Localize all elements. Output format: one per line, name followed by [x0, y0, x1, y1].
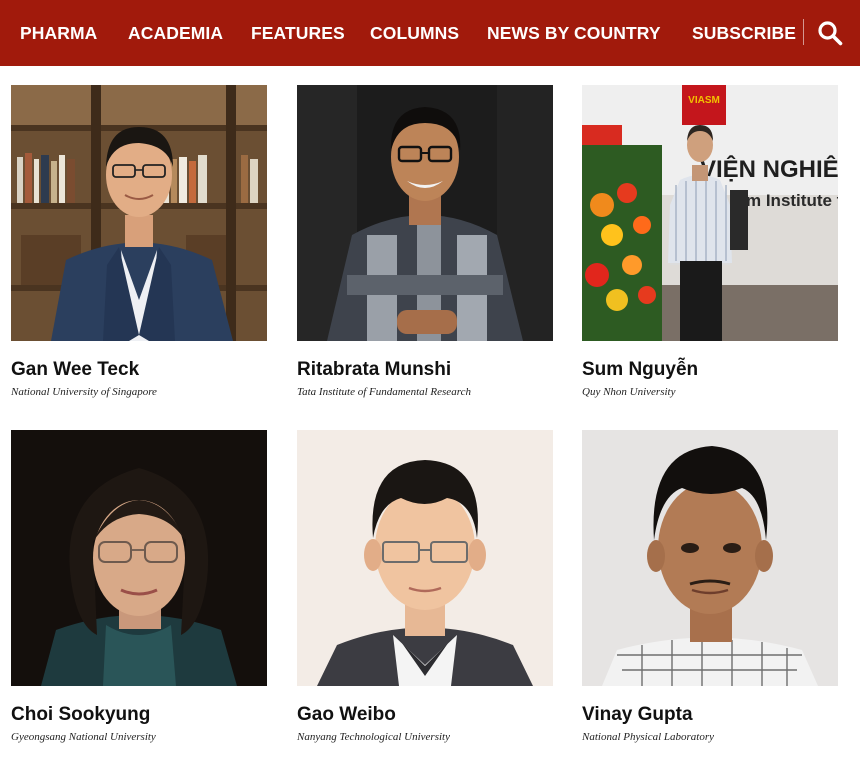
person-name[interactable]: Choi Sookyung [11, 703, 281, 727]
person-photo[interactable] [297, 430, 553, 686]
svg-text:VIASM: VIASM [688, 95, 720, 106]
search-button[interactable] [816, 19, 844, 47]
person-affiliation: Gyeongsang National University [11, 731, 156, 743]
svg-text:m Institute f: m Institute f [746, 191, 838, 210]
person-name[interactable]: Ritabrata Munshi [297, 358, 567, 382]
person-name[interactable]: Sum Nguyễn [582, 358, 852, 382]
person-name[interactable]: Vinay Gupta [582, 703, 852, 727]
nav-item-columns[interactable]: COLUMNS [370, 21, 459, 45]
person-photo[interactable] [11, 430, 267, 686]
nav-item-pharma[interactable]: PHARMA [20, 21, 97, 45]
person-affiliation: National University of Singapore [11, 386, 157, 398]
person-name[interactable]: Gan Wee Teck [11, 358, 281, 382]
nav-item-features[interactable]: FEATURES [251, 21, 345, 45]
nav-divider [803, 19, 804, 45]
nav-item-news-by-country[interactable]: NEWS BY COUNTRY [487, 21, 661, 45]
subscribe-link[interactable]: SUBSCRIBE [692, 21, 796, 45]
person-photo[interactable] [582, 430, 838, 686]
person-photo[interactable]: VIASM VIỆN NGHIÊN m Institute f [582, 85, 838, 341]
top-navbar: PHARMA ACADEMIA FEATURES COLUMNS NEWS BY… [0, 0, 860, 66]
person-name[interactable]: Gao Weibo [297, 703, 567, 727]
person-affiliation: Nanyang Technological University [297, 731, 450, 743]
nav-item-academia[interactable]: ACADEMIA [128, 21, 223, 45]
person-photo[interactable] [11, 85, 267, 341]
search-icon [818, 21, 843, 46]
person-affiliation: Tata Institute of Fundamental Research [297, 386, 471, 398]
svg-text:VIỆN NGHIÊN: VIỆN NGHIÊN [700, 155, 838, 183]
person-affiliation: Quy Nhon University [582, 386, 676, 398]
person-photo[interactable] [297, 85, 553, 341]
person-affiliation: National Physical Laboratory [582, 731, 714, 743]
